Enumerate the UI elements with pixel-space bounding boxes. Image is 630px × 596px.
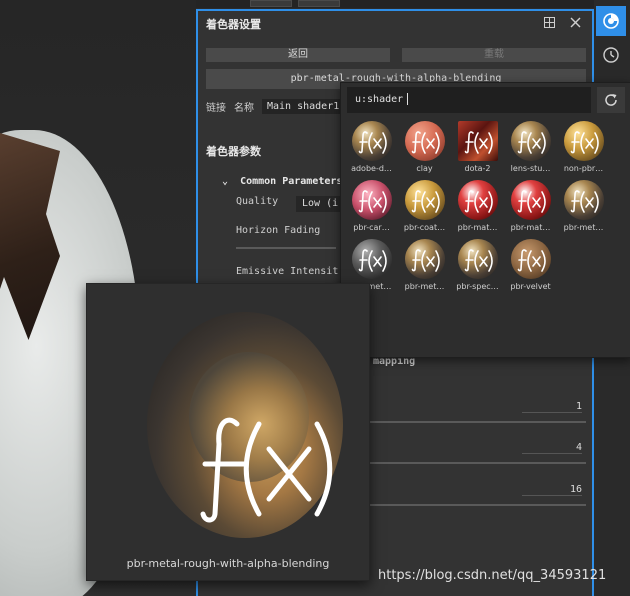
shader-icon[interactable] (596, 6, 626, 36)
value-field-1[interactable]: 1 (522, 401, 582, 413)
shader-thumbnail (404, 121, 445, 161)
preview-caption: pbr-metal-rough-with-alpha-blending (126, 557, 330, 570)
link-label: 链接 (206, 102, 226, 114)
shader-thumbnail (563, 121, 604, 161)
shader-grid: adobe-d… clay dota-2 lens-stu… non-pbr… pbr-c… (345, 119, 627, 293)
value-field-2[interactable]: 4 (522, 442, 582, 454)
maximize-icon[interactable] (540, 17, 558, 31)
top-toolbar-button[interactable] (298, 0, 340, 7)
search-text: u:shader (355, 94, 404, 105)
shader-tile[interactable]: pbr-met… (557, 178, 610, 234)
shader-tile[interactable]: pbr-coat… (398, 178, 451, 234)
back-button[interactable]: 返回 (206, 48, 390, 62)
value-slider-3[interactable] (370, 504, 586, 506)
shader-thumbnail (351, 121, 392, 161)
function-icon (411, 190, 440, 213)
horizon-fading-slider[interactable] (236, 247, 336, 249)
value-field-3[interactable]: 16 (522, 484, 582, 496)
function-icon (464, 249, 493, 272)
shader-thumbnail (404, 180, 445, 220)
function-icon (570, 190, 599, 213)
shader-search-input[interactable]: u:shader (347, 87, 591, 113)
function-icon (517, 190, 546, 213)
shader-tile[interactable]: pbr-mat… (451, 178, 504, 234)
shader-tile[interactable]: pbr-spec… (451, 237, 504, 293)
shader-tile-label: pbr-mat… (510, 223, 551, 232)
shader-tile[interactable]: pbr-met… (398, 237, 451, 293)
shader-tile[interactable]: dota-2 (451, 119, 504, 175)
shader-tile[interactable]: adobe-d… (345, 119, 398, 175)
function-icon (200, 417, 333, 523)
close-icon[interactable] (566, 17, 584, 31)
shader-thumbnail (351, 239, 392, 279)
shader-tile[interactable]: non-pbr… (557, 119, 610, 175)
shader-tile-label: pbr-velvet (510, 282, 551, 291)
shader-tile-label: clay (416, 164, 433, 173)
shader-preview-tooltip: pbr-metal-rough-with-alpha-blending (86, 283, 370, 581)
text-cursor (407, 93, 409, 105)
shader-thumbnail (457, 180, 498, 220)
shader-tile-label: pbr-car… (353, 223, 390, 232)
panel-button-row: 返回 重载 (206, 48, 586, 62)
function-icon (411, 249, 440, 272)
function-icon (517, 131, 546, 154)
shader-tile[interactable]: pbr-mat… (504, 178, 557, 234)
shader-thumbnail (510, 180, 551, 220)
panel-title: 着色器设置 (206, 18, 261, 31)
value-slider-2[interactable] (370, 462, 586, 464)
shader-thumbnail (510, 121, 551, 161)
refresh-icon[interactable] (597, 87, 625, 113)
horizon-fading-label: Horizon Fading (236, 225, 321, 236)
shader-thumbnail (563, 180, 604, 220)
shader-name-input[interactable]: Main shader1 (262, 98, 342, 114)
group-title: Common Parameters (240, 176, 343, 187)
shader-tile-label: adobe-d… (351, 164, 392, 173)
name-label: 名称 (234, 102, 254, 114)
shader-thumbnail (404, 239, 445, 279)
shader-thumbnail (510, 239, 551, 279)
function-icon (358, 249, 387, 272)
shader-tile-label: pbr-met… (563, 223, 604, 232)
quality-label: Quality (236, 196, 279, 207)
shader-tile[interactable]: pbr-car… (345, 178, 398, 234)
function-icon (358, 131, 387, 154)
shader-tile-label: non-pbr… (563, 164, 604, 173)
function-icon (411, 131, 440, 154)
shader-thumbnail (457, 121, 498, 161)
shader-tile-label: pbr-mat… (457, 223, 498, 232)
shader-tile-label: pbr-coat… (403, 223, 446, 232)
history-icon[interactable] (596, 40, 626, 70)
function-icon (517, 249, 546, 272)
value-slider-1[interactable] (370, 421, 586, 423)
watermark-text: https://blog.csdn.net/qq_34593121 (378, 568, 607, 583)
shader-picker-popup: u:shader adobe-d… clay dota-2 lens-stu… non-… (340, 82, 630, 358)
shader-thumbnail (457, 239, 498, 279)
function-icon (358, 190, 387, 213)
common-parameters-group[interactable]: ⌄ Common Parameters (222, 176, 342, 187)
shader-tile[interactable]: clay (398, 119, 451, 175)
shader-tile[interactable]: pbr-velvet (504, 237, 557, 293)
shader-thumbnail (351, 180, 392, 220)
shader-tile-label: pbr-met… (404, 282, 445, 291)
function-icon (464, 131, 493, 154)
shader-tile[interactable]: lens-stu… (504, 119, 557, 175)
link-name-row: 链接 名称 Main shader1 (206, 97, 342, 115)
shader-tile-label: lens-stu… (510, 164, 551, 173)
shader-tile-label: dota-2 (464, 164, 491, 173)
function-icon (464, 190, 493, 213)
top-toolbar-button[interactable] (250, 0, 292, 7)
panel-titlebar: 着色器设置 (198, 11, 592, 37)
reload-button[interactable]: 重载 (402, 48, 586, 62)
chevron-down-icon: ⌄ (222, 176, 229, 187)
emissive-intensity-label: Emissive Intensit (236, 266, 339, 277)
shader-params-heading: 着色器参数 (206, 145, 261, 158)
function-icon (570, 131, 599, 154)
shader-tile-label: pbr-spec… (456, 282, 499, 291)
